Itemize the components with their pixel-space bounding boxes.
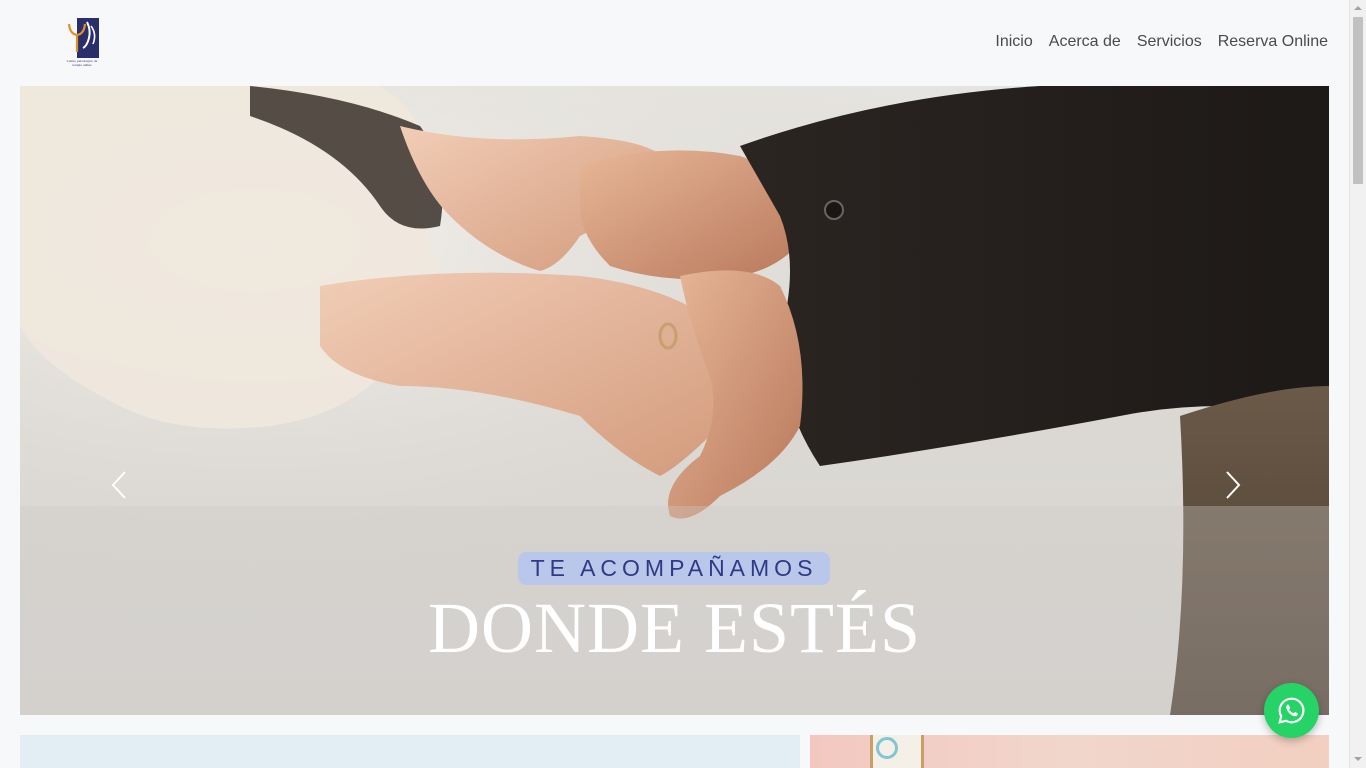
whatsapp-button[interactable] [1264, 683, 1319, 738]
chevron-right-icon [1226, 471, 1241, 499]
page-scrollbar[interactable] [1349, 0, 1366, 768]
hero-eyebrow: TE ACOMPAÑAMOS [530, 555, 818, 581]
nav-item-acerca-de[interactable]: Acerca de [1041, 32, 1129, 52]
scroll-down-arrow-icon[interactable] [1354, 757, 1362, 761]
carousel-prev-button[interactable] [109, 470, 133, 500]
chevron-left-icon [111, 471, 126, 499]
logo[interactable]: Centro psicológico de terapia online [63, 18, 101, 70]
hero-headline: DONDE ESTÉS [428, 588, 921, 668]
main-nav: Inicio Acerca de Servicios Reserva Onlin… [987, 32, 1328, 52]
nav-item-reserva-online[interactable]: Reserva Online [1210, 32, 1328, 52]
image-card-right [810, 735, 1329, 768]
logo-text: Centro psicológico de terapia online [66, 59, 98, 67]
page: Centro psicológico de terapia online Ini… [0, 0, 1366, 768]
site-header: Centro psicológico de terapia online Ini… [0, 0, 1349, 86]
scroll-thumb[interactable] [1353, 17, 1363, 184]
psi-logo-icon [67, 18, 99, 58]
nav-item-inicio[interactable]: Inicio [987, 32, 1040, 52]
eyebrow-badge: TE ACOMPAÑAMOS [518, 552, 830, 585]
nav-item-servicios[interactable]: Servicios [1129, 32, 1210, 52]
spiral-decoration [876, 737, 898, 759]
scroll-up-arrow-icon[interactable] [1354, 6, 1362, 10]
whatsapp-icon [1278, 697, 1305, 724]
hero-carousel: TE ACOMPAÑAMOS DONDE ESTÉS [20, 86, 1329, 715]
carousel-next-button[interactable] [1219, 470, 1243, 500]
info-card-left [20, 735, 800, 768]
